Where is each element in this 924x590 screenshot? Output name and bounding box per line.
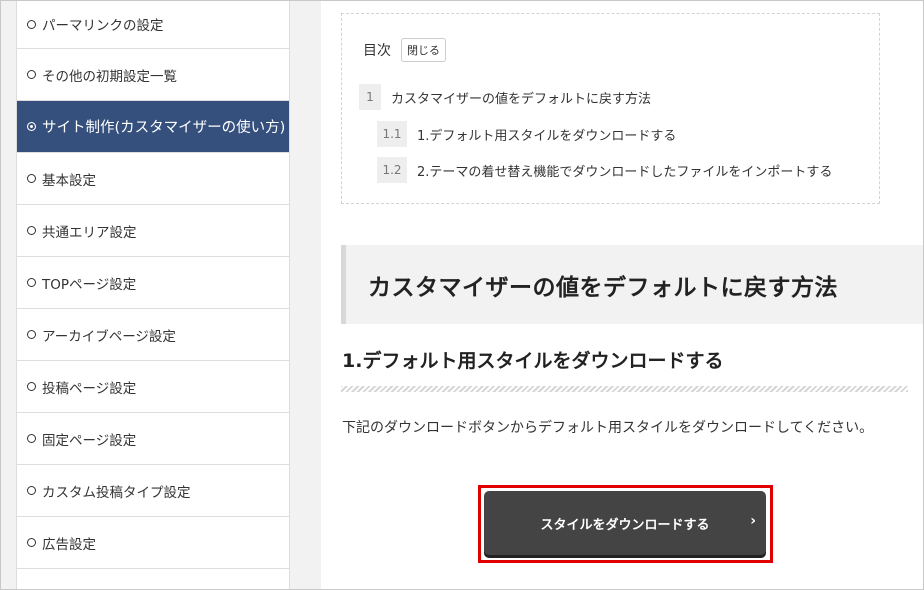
toc-item-link[interactable]: カスタマイザーの値をデフォルトに戻す方法 <box>391 88 651 107</box>
download-style-button[interactable]: スタイルをダウンロードする › <box>484 491 766 555</box>
toc-item-number: 1 <box>359 84 381 110</box>
sidebar-item-permalink[interactable]: パーマリンクの設定 <box>17 0 289 49</box>
toc-close-button[interactable]: 閉じる <box>401 38 446 62</box>
section-heading: カスタマイザーの値をデフォルトに戻す方法 <box>341 245 924 324</box>
article-content: 目次 閉じる 1 カスタマイザーの値をデフォルトに戻す方法 1.1 1.デフォル… <box>321 0 924 590</box>
sidebar-item-common-area[interactable]: 共通エリア設定 <box>17 205 289 257</box>
circle-bullet-icon <box>27 538 36 547</box>
circle-bullet-icon <box>27 19 36 29</box>
sidebar-item-custom-post-type[interactable]: カスタム投稿タイプ設定 <box>17 465 289 517</box>
sidebar-item-archive-page[interactable]: アーカイブページ設定 <box>17 309 289 361</box>
toc-item-number: 1.1 <box>377 121 407 147</box>
toc-item[interactable]: 1.2 2.テーマの着せ替え機能でダウンロードしたファイルをインポートする <box>377 157 832 183</box>
toc-item-link[interactable]: 2.テーマの着せ替え機能でダウンロードしたファイルをインポートする <box>417 161 832 180</box>
circle-bullet-icon <box>27 70 36 79</box>
toc-item-number: 1.2 <box>377 157 407 183</box>
sidebar-item-label: 固定ページ設定 <box>42 432 137 449</box>
circle-bullet-icon <box>27 330 36 339</box>
circle-bullet-icon <box>27 174 36 183</box>
body-paragraph: 下記のダウンロードボタンからデフォルト用スタイルをダウンロードしてください。 <box>342 420 874 436</box>
sidebar-item-other-initial-settings[interactable]: その他の初期設定一覧 <box>17 49 289 101</box>
sidebar-item-label: カスタム投稿タイプ設定 <box>42 484 191 501</box>
table-of-contents: 目次 閉じる 1 カスタマイザーの値をデフォルトに戻す方法 1.1 1.デフォル… <box>341 13 880 204</box>
toc-item-link[interactable]: 1.デフォルト用スタイルをダウンロードする <box>417 125 676 144</box>
sidebar-item-basic-settings[interactable]: 基本設定 <box>17 153 289 205</box>
sidebar-item-label: 共通エリア設定 <box>42 224 137 241</box>
toc-item[interactable]: 1.1 1.デフォルト用スタイルをダウンロードする <box>377 121 676 147</box>
sidebar-item-label: TOPページ設定 <box>42 276 137 293</box>
circle-bullet-icon <box>27 122 36 131</box>
sidebar-item-label: その他の初期設定一覧 <box>42 68 177 85</box>
download-button-label: スタイルをダウンロードする <box>540 517 710 533</box>
circle-bullet-icon <box>27 278 36 287</box>
sidebar-item-label: サイト制作(カスタマイザーの使い方) <box>42 120 286 136</box>
subsection-heading: 1.デフォルト用スタイルをダウンロードする <box>342 350 724 372</box>
sidebar-item-label: パーマリンクの設定 <box>42 18 164 34</box>
heading-divider <box>341 386 908 392</box>
sidebar-item-top-page[interactable]: TOPページ設定 <box>17 257 289 309</box>
sidebar-nav: パーマリンクの設定 その他の初期設定一覧 サイト制作(カスタマイザーの使い方) … <box>16 0 290 590</box>
sidebar-item-ad-settings[interactable]: 広告設定 <box>17 517 289 569</box>
chevron-right-icon: › <box>750 513 756 529</box>
toc-item[interactable]: 1 カスタマイザーの値をデフォルトに戻す方法 <box>359 84 651 110</box>
sidebar-item-site-customizer[interactable]: サイト制作(カスタマイザーの使い方) <box>17 101 289 153</box>
circle-bullet-icon <box>27 382 36 391</box>
toc-title: 目次 <box>363 43 391 59</box>
circle-bullet-icon <box>27 226 36 235</box>
sidebar-item-label: アーカイブページ設定 <box>42 328 176 345</box>
sidebar-item-label: 投稿ページ設定 <box>42 380 137 397</box>
circle-bullet-icon <box>27 486 36 495</box>
sidebar-item-label: 広告設定 <box>42 536 96 553</box>
sidebar-item-fixed-page[interactable]: 固定ページ設定 <box>17 413 289 465</box>
circle-bullet-icon <box>27 434 36 443</box>
sidebar-item-label: 基本設定 <box>42 172 96 189</box>
sidebar-item-post-page[interactable]: 投稿ページ設定 <box>17 361 289 413</box>
toc-header: 目次 閉じる <box>363 38 446 62</box>
